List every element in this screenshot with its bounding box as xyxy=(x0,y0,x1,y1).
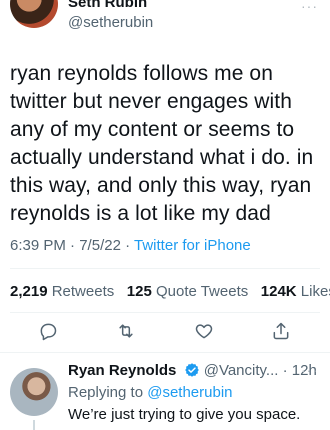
share-button[interactable] xyxy=(266,316,296,346)
tweet-author-header: Seth Rubin @setherubin ··· xyxy=(0,0,330,52)
reply-tweet[interactable]: Ryan Reynolds @Vancity... · 12h ··· Repl… xyxy=(0,352,330,430)
reply-author-avatar[interactable] xyxy=(10,368,58,416)
verified-badge-icon xyxy=(184,363,199,377)
retweet-button[interactable] xyxy=(111,316,141,346)
author-handle[interactable]: @setherubin xyxy=(68,14,153,31)
share-icon xyxy=(273,322,289,340)
more-options-icon[interactable]: ··· xyxy=(301,0,318,14)
author-avatar[interactable] xyxy=(10,0,58,28)
likes-stat[interactable]: 124K Likes xyxy=(261,283,330,300)
quote-tweets-stat[interactable]: 125 Quote Tweets xyxy=(127,283,248,300)
like-icon xyxy=(195,324,213,339)
tweet-date[interactable]: 7/5/22 xyxy=(79,237,121,254)
retweet-icon xyxy=(119,324,133,338)
replying-to: Replying to @setherubin xyxy=(68,384,233,401)
divider xyxy=(10,312,320,313)
like-button[interactable] xyxy=(189,316,219,346)
tweet-action-bar xyxy=(0,316,330,352)
reply-button[interactable] xyxy=(33,316,63,346)
replying-to-handle[interactable]: @setherubin xyxy=(147,384,232,401)
reply-author-header: Ryan Reynolds @Vancity... · 12h xyxy=(68,362,317,379)
tweet-stats: 2,219 Retweets 125 Quote Tweets 124K Lik… xyxy=(10,283,330,300)
meta-separator: · xyxy=(125,237,131,254)
reply-text: We’re just trying to give you space. xyxy=(68,406,301,423)
tweet-meta: 6:39 PM · 7/5/22 · Twitter for iPhone xyxy=(10,237,251,254)
reply-author-handle[interactable]: @Vancity... xyxy=(204,362,279,379)
tweet-text: ryan reynolds follows me on twitter but … xyxy=(10,62,320,225)
more-options-icon[interactable]: ··· xyxy=(301,362,318,378)
divider xyxy=(10,268,320,269)
reply-icon xyxy=(40,323,57,341)
tweet-source-link[interactable]: Twitter for iPhone xyxy=(134,237,251,254)
author-name[interactable]: Seth Rubin xyxy=(68,0,147,11)
retweets-stat[interactable]: 2,219 Retweets xyxy=(10,283,114,300)
meta-separator: · xyxy=(70,237,76,254)
replying-to-label: Replying to xyxy=(68,384,144,401)
tweet-time[interactable]: 6:39 PM xyxy=(10,237,66,254)
meta-separator: · xyxy=(282,362,288,379)
thread-line xyxy=(33,420,35,430)
reply-author-name[interactable]: Ryan Reynolds xyxy=(68,362,176,379)
